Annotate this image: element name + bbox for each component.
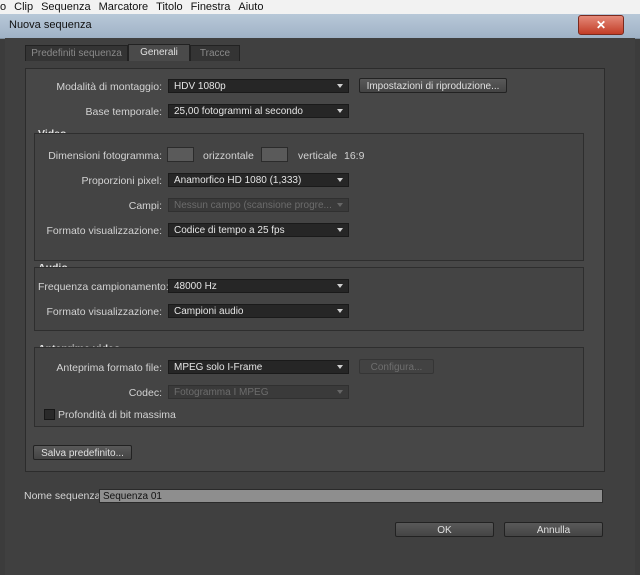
pixel-aspect-label: Proporzioni pixel:: [81, 175, 162, 187]
chevron-down-icon: [337, 390, 343, 394]
timebase-dropdown[interactable]: 25,00 fotogrammi al secondo: [168, 104, 349, 118]
menu-item-marker[interactable]: Marcatore: [99, 1, 157, 13]
menu-item-clip[interactable]: Clip: [14, 1, 41, 13]
tab-sequence-presets[interactable]: Predefiniti sequenza: [25, 45, 128, 61]
audio-display-format-value: Campioni audio: [174, 306, 244, 317]
fields-dropdown: Nessun campo (scansione progre...: [168, 198, 349, 212]
menu-item-window[interactable]: Finestra: [191, 1, 239, 13]
audio-display-format-dropdown[interactable]: Campioni audio: [168, 304, 349, 318]
editing-mode-label: Modalità di montaggio:: [56, 81, 162, 93]
tab-tracks[interactable]: Tracce: [190, 45, 240, 61]
aspect-ratio-text: 16:9: [344, 150, 365, 162]
menu-item-edit[interactable]: o: [0, 1, 14, 13]
fields-label: Campi:: [128, 200, 162, 212]
frame-size-label: Dimensioni fotogramma:: [48, 150, 162, 162]
sample-rate-dropdown[interactable]: 48000 Hz: [168, 279, 349, 293]
video-display-format-label: Formato visualizzazione:: [46, 225, 162, 237]
chevron-down-icon: [337, 203, 343, 207]
vertical-label: verticale: [298, 150, 338, 162]
frame-height-field[interactable]: [261, 147, 288, 162]
chevron-down-icon: [337, 309, 343, 313]
chevron-down-icon: [337, 84, 343, 88]
sequence-name-input[interactable]: Sequenza 01: [99, 489, 603, 503]
ok-button[interactable]: OK: [395, 522, 494, 537]
sequence-name-label: Nome sequenza:: [24, 490, 104, 502]
max-bit-depth-checkbox[interactable]: [44, 409, 55, 420]
preview-file-format-value: MPEG solo I-Frame: [174, 362, 263, 373]
configure-button: Configura...: [359, 359, 434, 374]
menu-bar: o Clip Sequenza Marcatore Titolo Finestr…: [0, 0, 640, 14]
new-sequence-window: Nuova sequenza ✕ Predefiniti sequenza Ge…: [0, 14, 640, 575]
window-title: Nuova sequenza: [9, 19, 92, 31]
title-bar[interactable]: Nuova sequenza ✕: [0, 14, 640, 39]
sample-rate-value: 48000 Hz: [174, 281, 217, 292]
timebase-value: 25,00 fotogrammi al secondo: [174, 106, 303, 117]
chevron-down-icon: [337, 109, 343, 113]
editing-mode-value: HDV 1080p: [174, 81, 226, 92]
codec-value: Fotogramma I MPEG: [174, 387, 269, 398]
pixel-aspect-dropdown[interactable]: Anamorfico HD 1080 (1,333): [168, 173, 349, 187]
frame-width-field[interactable]: [167, 147, 194, 162]
codec-label: Codec:: [128, 387, 162, 399]
cancel-button[interactable]: Annulla: [504, 522, 603, 537]
menu-item-title[interactable]: Titolo: [156, 1, 191, 13]
chevron-down-icon: [337, 284, 343, 288]
chevron-down-icon: [337, 178, 343, 182]
pixel-aspect-value: Anamorfico HD 1080 (1,333): [174, 175, 302, 186]
video-display-format-value: Codice di tempo a 25 fps: [174, 225, 285, 236]
timebase-label: Base temporale:: [85, 106, 162, 118]
sequence-name-value: Sequenza 01: [103, 491, 162, 502]
video-display-format-dropdown[interactable]: Codice di tempo a 25 fps: [168, 223, 349, 237]
horizontal-label: orizzontale: [203, 150, 254, 162]
chevron-down-icon: [337, 228, 343, 232]
close-button[interactable]: ✕: [578, 15, 624, 35]
sample-rate-label: Frequenza campionamento:: [38, 281, 169, 293]
chevron-down-icon: [337, 365, 343, 369]
editing-mode-dropdown[interactable]: HDV 1080p: [168, 79, 349, 93]
save-preset-button[interactable]: Salva predefinito...: [33, 445, 132, 460]
close-icon: ✕: [595, 18, 607, 32]
codec-dropdown: Fotogramma I MPEG: [168, 385, 349, 399]
audio-groupbox: [34, 267, 584, 331]
audio-display-format-label: Formato visualizzazione:: [46, 306, 162, 318]
max-bit-depth-label: Profondità di bit massima: [58, 409, 176, 421]
menu-item-sequence[interactable]: Sequenza: [41, 1, 99, 13]
preview-file-format-dropdown[interactable]: MPEG solo I-Frame: [168, 360, 349, 374]
tab-general[interactable]: Generali: [128, 44, 190, 61]
playback-settings-button[interactable]: Impostazioni di riproduzione...: [359, 78, 507, 93]
fields-value: Nessun campo (scansione progre...: [174, 200, 332, 211]
preview-file-format-label: Anteprima formato file:: [56, 362, 162, 374]
menu-item-help[interactable]: Aiuto: [238, 1, 271, 13]
